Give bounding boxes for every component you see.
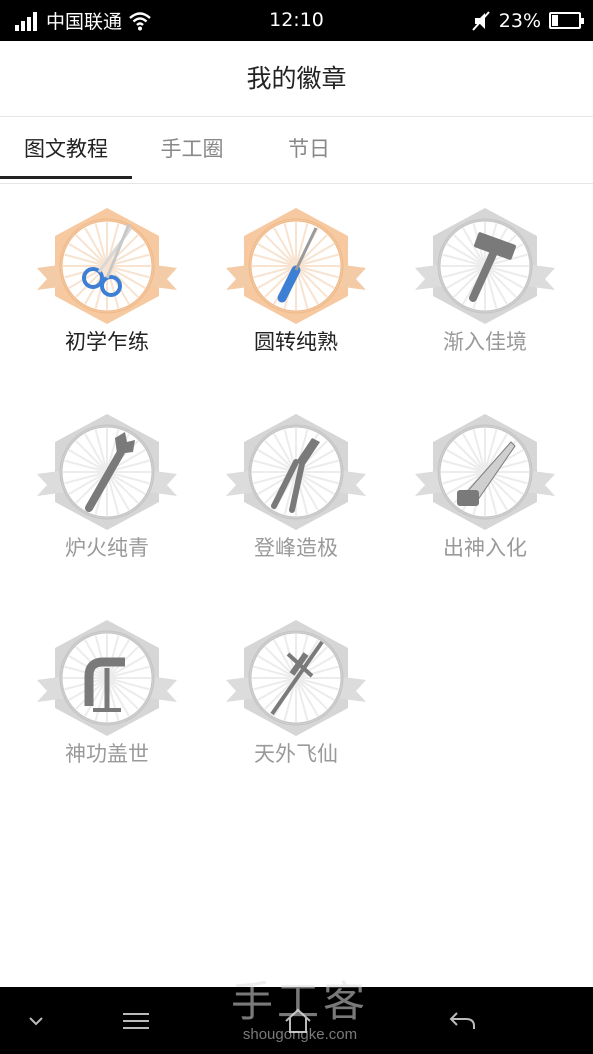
badge-item[interactable]: 天外飞仙: [216, 618, 376, 788]
badge-item[interactable]: 出神入化: [405, 412, 565, 582]
clamp-icon: [37, 620, 177, 736]
menu-icon[interactable]: [112, 987, 160, 1054]
home-icon[interactable]: [276, 987, 320, 1054]
badge-label: 初学乍练: [65, 330, 149, 354]
badge-label: 天外飞仙: [254, 742, 338, 766]
active-tab-indicator: [0, 176, 132, 179]
navigation-bar: [0, 987, 593, 1054]
wrench-icon: [37, 414, 177, 530]
pliers-icon: [226, 414, 366, 530]
tab-tutorials[interactable]: 图文教程: [0, 118, 132, 180]
badge-item[interactable]: 炉火纯青: [27, 412, 187, 582]
badge-label: 登峰造极: [254, 536, 338, 560]
page-title: 我的徽章: [246, 64, 347, 93]
battery-icon: [549, 12, 584, 29]
back-icon[interactable]: [440, 987, 484, 1054]
badge-item[interactable]: 登峰造极: [216, 412, 376, 582]
badge-item[interactable]: 渐入佳境: [405, 206, 565, 376]
saw-icon: [415, 414, 555, 530]
screwdriver-icon: [226, 208, 366, 324]
badge-label: 炉火纯青: [65, 536, 149, 560]
tab-festivals[interactable]: 节日: [252, 118, 366, 180]
badge-label: 圆转纯熟: [254, 330, 338, 354]
badge-label: 渐入佳境: [443, 330, 527, 354]
status-bar: 中国联通 12:10 23%: [0, 0, 593, 41]
header: 我的徽章: [0, 41, 593, 117]
caliper-icon: [226, 620, 366, 736]
hammer-icon: [415, 208, 555, 324]
badge-item[interactable]: 神功盖世: [27, 618, 187, 788]
battery-percent: 23%: [498, 9, 541, 32]
tab-bar: 图文教程 手工圈 节日: [0, 118, 593, 184]
badge-item[interactable]: 初学乍练: [27, 206, 187, 376]
badge-label: 出神入化: [443, 536, 527, 560]
scissors-icon: [37, 208, 177, 324]
chevron-down-icon[interactable]: [14, 987, 58, 1054]
tab-craft-circle[interactable]: 手工圈: [132, 118, 252, 180]
silent-icon: [472, 10, 490, 31]
badge-label: 神功盖世: [65, 742, 149, 766]
badge-item[interactable]: 圆转纯熟: [216, 206, 376, 376]
